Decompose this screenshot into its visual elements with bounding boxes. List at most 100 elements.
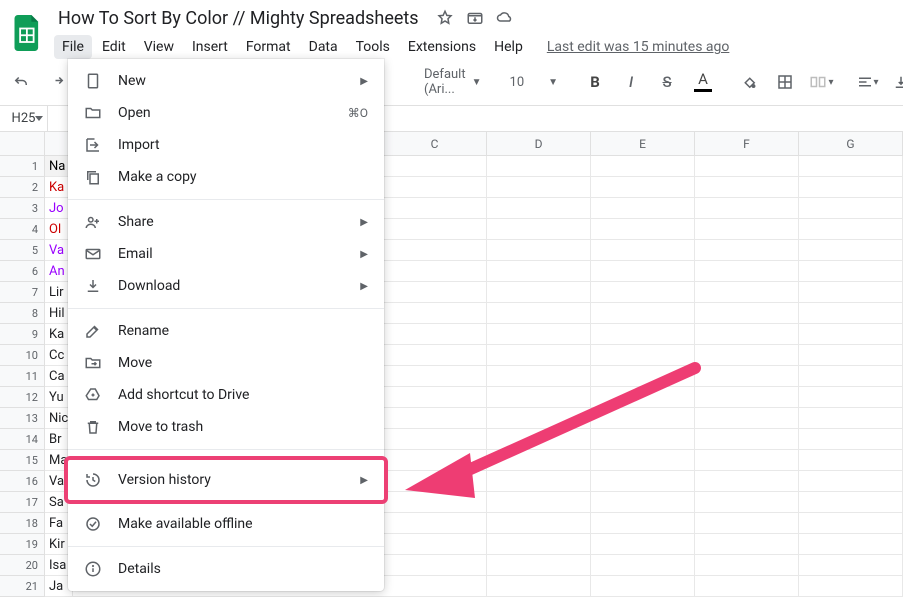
cell[interactable] [383, 450, 487, 470]
menu-view[interactable]: View [136, 35, 182, 59]
menu-make-available-offline[interactable]: Make available offline [68, 508, 384, 540]
cell[interactable] [799, 261, 903, 281]
menu-download[interactable]: Download ▶ [68, 270, 384, 302]
cell[interactable] [383, 240, 487, 260]
cell[interactable] [383, 219, 487, 239]
cell[interactable] [383, 366, 487, 386]
cell[interactable] [695, 366, 799, 386]
cell[interactable] [695, 576, 799, 596]
text-color-button[interactable]: A [690, 69, 716, 95]
menu-new[interactable]: New ▶ [68, 65, 384, 97]
cell[interactable] [487, 450, 591, 470]
menu-insert[interactable]: Insert [184, 35, 236, 59]
cell[interactable] [799, 513, 903, 533]
cell[interactable] [799, 555, 903, 575]
cell[interactable] [487, 513, 591, 533]
col-header-e[interactable]: E [591, 132, 695, 155]
cell[interactable] [383, 513, 487, 533]
menu-move[interactable]: Move [68, 347, 384, 379]
row-header[interactable]: 8 [0, 303, 44, 324]
borders-icon[interactable] [772, 69, 798, 95]
cell[interactable] [487, 555, 591, 575]
cell[interactable] [695, 261, 799, 281]
menu-add-shortcut[interactable]: Add shortcut to Drive [68, 379, 384, 411]
cell[interactable] [591, 534, 695, 554]
star-icon[interactable] [436, 9, 454, 31]
cell[interactable] [799, 492, 903, 512]
menu-file[interactable]: File [54, 35, 92, 59]
row-header[interactable]: 16 [0, 471, 44, 492]
cell[interactable] [487, 303, 591, 323]
cell[interactable] [383, 261, 487, 281]
cell[interactable] [695, 408, 799, 428]
cell[interactable] [695, 198, 799, 218]
cell[interactable] [799, 408, 903, 428]
cell[interactable] [487, 345, 591, 365]
cell[interactable] [799, 219, 903, 239]
menu-open[interactable]: Open ⌘O [68, 97, 384, 129]
redo-icon[interactable] [44, 69, 70, 95]
menu-data[interactable]: Data [301, 35, 346, 59]
cell[interactable] [487, 240, 591, 260]
cell[interactable] [383, 345, 487, 365]
cell[interactable] [591, 177, 695, 197]
cell[interactable] [799, 240, 903, 260]
menu-make-copy[interactable]: Make a copy [68, 161, 384, 193]
cell[interactable] [799, 156, 903, 176]
cell[interactable] [695, 324, 799, 344]
menu-format[interactable]: Format [238, 35, 299, 59]
row-header[interactable]: 19 [0, 534, 44, 555]
cell[interactable] [799, 576, 903, 596]
cell[interactable] [799, 534, 903, 554]
menu-extensions[interactable]: Extensions [400, 35, 484, 59]
cell[interactable] [799, 450, 903, 470]
cell[interactable] [799, 198, 903, 218]
cell[interactable] [487, 156, 591, 176]
cell[interactable] [591, 408, 695, 428]
col-header-d[interactable]: D [487, 132, 591, 155]
cell[interactable] [591, 198, 695, 218]
cell[interactable] [487, 282, 591, 302]
cell[interactable] [591, 576, 695, 596]
cell[interactable] [591, 345, 695, 365]
cell[interactable] [695, 177, 799, 197]
cell[interactable] [695, 282, 799, 302]
fill-color-icon[interactable] [736, 69, 762, 95]
menu-email[interactable]: Email ▶ [68, 238, 384, 270]
menu-import[interactable]: Import [68, 129, 384, 161]
cell[interactable] [695, 555, 799, 575]
row-header[interactable]: 20 [0, 555, 44, 576]
cell[interactable] [695, 240, 799, 260]
merge-cells-icon[interactable]: ▾ [808, 69, 834, 95]
cell[interactable] [799, 324, 903, 344]
cell[interactable] [591, 303, 695, 323]
menu-edit[interactable]: Edit [94, 35, 134, 59]
cell[interactable] [591, 282, 695, 302]
cell[interactable] [695, 534, 799, 554]
cell[interactable] [695, 492, 799, 512]
row-header[interactable]: 4 [0, 219, 44, 240]
menu-share[interactable]: Share ▶ [68, 206, 384, 238]
cell[interactable] [695, 429, 799, 449]
row-header[interactable]: 6 [0, 261, 44, 282]
cell[interactable] [487, 198, 591, 218]
cell[interactable] [383, 492, 487, 512]
cell[interactable] [383, 408, 487, 428]
row-header[interactable]: 15 [0, 450, 44, 471]
cell[interactable] [487, 387, 591, 407]
cell[interactable] [383, 282, 487, 302]
document-title[interactable]: How To Sort By Color // Mighty Spreadshe… [54, 6, 423, 31]
row-header[interactable]: 12 [0, 387, 44, 408]
cell[interactable] [591, 492, 695, 512]
name-box[interactable]: H25 [0, 106, 48, 131]
cell[interactable] [799, 366, 903, 386]
cell[interactable] [487, 576, 591, 596]
cell[interactable] [487, 366, 591, 386]
menu-details[interactable]: Details [68, 553, 384, 585]
undo-icon[interactable] [8, 69, 34, 95]
cell[interactable] [383, 303, 487, 323]
cell[interactable] [799, 177, 903, 197]
move-to-drive-icon[interactable] [466, 9, 484, 31]
cell[interactable] [799, 345, 903, 365]
cell[interactable] [487, 177, 591, 197]
